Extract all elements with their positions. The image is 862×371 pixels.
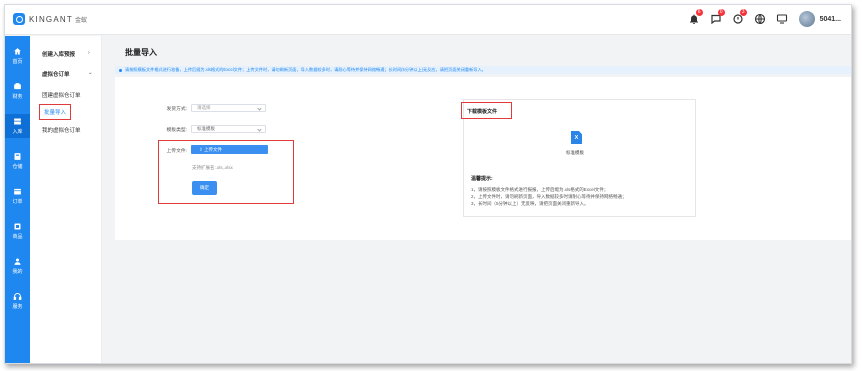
- template-title-highlight: 下载模板文件: [461, 102, 512, 119]
- template-type-select[interactable]: 标准模板: [191, 125, 266, 133]
- sub-menu: 创建入库预报 › 虚拟仓订单 ⌄ 团建虚拟仓订单 批量导入 我的虚拟仓订单: [30, 36, 102, 363]
- nav-item-service[interactable]: 服务: [5, 289, 30, 313]
- screen-icon[interactable]: [775, 12, 789, 26]
- logo-icon: [13, 13, 25, 25]
- user-icon: [14, 258, 21, 265]
- tip-item: 1，请按照模板文件格式进行报报，上传后缀为.xls格式的Excel文件；: [471, 187, 609, 192]
- message-badge: 0: [717, 9, 725, 16]
- order-icon: [14, 188, 21, 195]
- tip-item: 2，上传文件时，请勿刷新页面，导入数据较多时请耐心等待并保持网络畅通；: [471, 194, 627, 199]
- product-icon: [14, 223, 21, 230]
- page-title: 批量导入: [125, 48, 157, 57]
- notification-badge: 6: [695, 9, 703, 16]
- submenu-item-my-orders[interactable]: 我的虚拟仓订单: [42, 126, 81, 134]
- submenu-item-batch-import[interactable]: 批量导入: [39, 104, 72, 120]
- notice-banner: 请按照模板文件格式进行准备，上传后缀为.xls格式的Excel文件；上传文件时，…: [115, 66, 851, 74]
- top-header: KINGANT 金蚁 6 0 3 5041...: [5, 5, 851, 35]
- tips-title: 温馨提示:: [471, 176, 493, 182]
- upload-hint: 支持扩展名:.xls,.xlsx: [192, 165, 233, 170]
- ship-method-select[interactable]: 请选择: [191, 104, 266, 112]
- chevron-down-icon: ⌄: [88, 70, 93, 76]
- template-panel-title: 下载模板文件: [467, 109, 498, 115]
- username[interactable]: 5041...: [820, 16, 841, 23]
- logo-text: KINGANT 金蚁: [29, 14, 87, 24]
- message-icon[interactable]: 0: [709, 9, 725, 26]
- upload-file-button[interactable]: ⇪ 上传文件: [191, 145, 268, 154]
- submenu-create-inbound[interactable]: 创建入库预报 ›: [42, 50, 90, 58]
- nav-item-warehouse[interactable]: 仓储: [5, 149, 30, 173]
- app-window: KINGANT 金蚁 6 0 3 5041... 首页 财务 入库 仓储 订单 …: [4, 4, 852, 364]
- ship-method-label: 发货方式:: [166, 107, 187, 112]
- nav-item-product[interactable]: 商品: [5, 219, 30, 243]
- confirm-button[interactable]: 确定: [192, 181, 217, 195]
- header-actions: 6 0 3 5041...: [679, 9, 841, 27]
- nav-item-finance[interactable]: 财务: [5, 79, 30, 103]
- inbound-icon: [14, 118, 21, 125]
- excel-file-icon[interactable]: X: [571, 131, 582, 144]
- order-alert-badge: 3: [739, 9, 747, 16]
- nav-item-inbound[interactable]: 入库: [5, 114, 30, 138]
- nav-item-user[interactable]: 我的: [5, 254, 30, 278]
- headset-icon: [13, 293, 22, 300]
- avatar[interactable]: [798, 11, 815, 27]
- finance-icon: [14, 83, 21, 90]
- template-type-label: 模板类型:: [166, 128, 187, 133]
- globe-icon[interactable]: [753, 12, 767, 26]
- submenu-item-create-order[interactable]: 团建虚拟仓订单: [42, 91, 81, 99]
- tip-item: 3，长时间（5分钟以上）无反映，请把页面关闭重新导入。: [471, 201, 589, 206]
- nav-item-order[interactable]: 订单: [5, 184, 30, 208]
- template-file-link[interactable]: 标准模板: [566, 150, 584, 156]
- chevron-right-icon: ›: [88, 50, 90, 56]
- home-icon: [14, 48, 21, 55]
- upload-file-label: 上传文件:: [166, 149, 187, 154]
- submenu-virtual-orders[interactable]: 虚拟仓订单 ⌄: [42, 70, 93, 78]
- bell-icon[interactable]: 6: [687, 9, 703, 26]
- warehouse-icon: [14, 153, 21, 160]
- nav-item-home[interactable]: 首页: [5, 44, 30, 68]
- logo[interactable]: KINGANT 金蚁: [13, 13, 87, 25]
- main-nav: 首页 财务 入库 仓储 订单 商品 我的 服务: [5, 36, 30, 363]
- order-alert-icon[interactable]: 3: [731, 9, 747, 26]
